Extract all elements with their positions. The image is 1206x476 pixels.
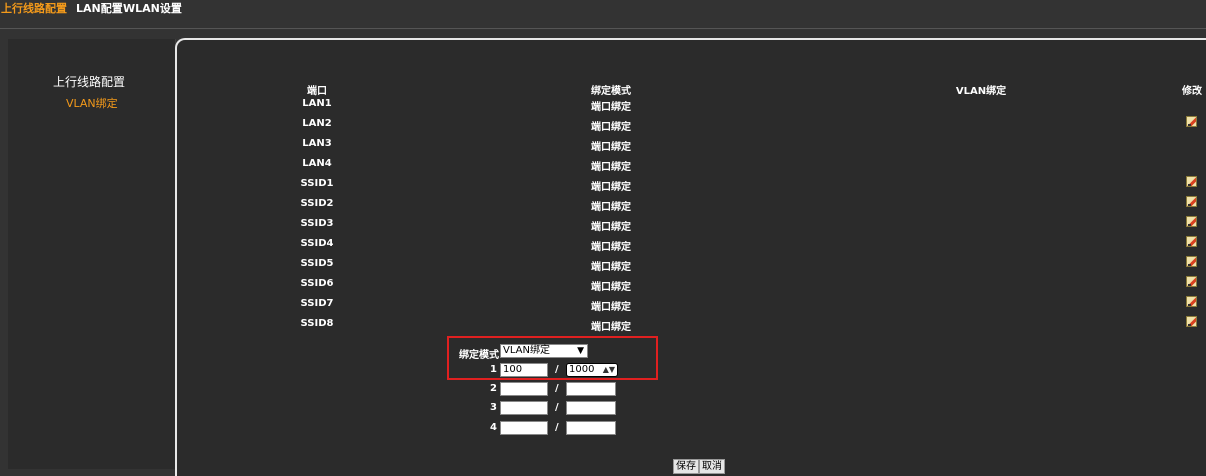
pair-index: 1 [490, 364, 497, 375]
row-port: SSID2 [300, 198, 334, 209]
edit-icon[interactable] [1186, 316, 1197, 327]
row-port: SSID5 [300, 258, 334, 269]
row-port: LAN2 [302, 118, 332, 129]
cancel-button[interactable]: 取消 [699, 459, 725, 474]
edit-icon[interactable] [1186, 216, 1197, 227]
bind-mode-label: 绑定模式 [459, 350, 499, 361]
header-edit: 修改 [1182, 86, 1202, 97]
header-bind-mode: 绑定模式 [591, 86, 631, 97]
row-mode: 端口绑定 [591, 222, 631, 233]
tab-uplink-config[interactable]: 上行线路配置 [1, 0, 67, 17]
row-mode: 端口绑定 [591, 142, 631, 153]
edit-icon[interactable] [1186, 296, 1197, 307]
vlan-to-input[interactable]: 1000 ▲▼ [566, 363, 618, 377]
edit-icon[interactable] [1186, 176, 1197, 187]
bind-mode-value: VLAN绑定 [503, 345, 550, 356]
row-port: LAN3 [302, 138, 332, 149]
vlan-from-input[interactable] [500, 401, 548, 415]
row-mode: 端口绑定 [591, 102, 631, 113]
row-port: SSID4 [300, 238, 334, 249]
edit-icon[interactable] [1186, 276, 1197, 287]
vlan-from-input[interactable]: 100 [500, 363, 548, 377]
row-port: SSID8 [300, 318, 334, 329]
tab-wlan-settings[interactable]: WLAN设置 [123, 0, 182, 17]
vlan-to-value: 1000 [569, 364, 595, 375]
chevron-down-icon: ▼ [577, 346, 584, 356]
row-mode: 端口绑定 [591, 302, 631, 313]
pair-separator: / [555, 364, 559, 375]
row-mode: 端口绑定 [591, 282, 631, 293]
save-button[interactable]: 保存 [673, 459, 699, 474]
pair-index: 3 [490, 402, 497, 413]
pair-index: 2 [490, 383, 497, 394]
row-mode: 端口绑定 [591, 162, 631, 173]
spinner-icon[interactable]: ▲▼ [603, 364, 615, 376]
sidebar-item-uplink-config[interactable]: 上行线路配置 [53, 73, 125, 90]
row-port: SSID6 [300, 278, 334, 289]
pair-separator: / [555, 402, 559, 413]
row-mode: 端口绑定 [591, 122, 631, 133]
bind-mode-select[interactable]: VLAN绑定 ▼ [500, 344, 588, 358]
vlan-from-input[interactable] [500, 421, 548, 435]
vlan-to-input[interactable] [566, 382, 616, 396]
edit-icon[interactable] [1186, 256, 1197, 267]
pair-separator: / [555, 422, 559, 433]
row-port: SSID7 [300, 298, 334, 309]
edit-icon[interactable] [1186, 196, 1197, 207]
pair-index: 4 [490, 422, 497, 433]
edit-icon[interactable] [1186, 116, 1197, 127]
sidebar: 上行线路配置 VLAN绑定 [8, 39, 176, 469]
row-port: SSID1 [300, 178, 334, 189]
row-mode: 端口绑定 [591, 242, 631, 253]
vlan-from-input[interactable] [500, 382, 548, 396]
pair-separator: / [555, 383, 559, 394]
row-port: SSID3 [300, 218, 334, 229]
header-port: 端口 [307, 86, 327, 97]
sidebar-item-vlan-binding[interactable]: VLAN绑定 [66, 95, 118, 111]
row-mode: 端口绑定 [591, 262, 631, 273]
top-nav: 上行线路配置 LAN配置 WLAN设置 [0, 0, 1206, 29]
edit-icon[interactable] [1186, 236, 1197, 247]
row-port: LAN1 [302, 98, 332, 109]
row-mode: 端口绑定 [591, 182, 631, 193]
header-vlan-binding: VLAN绑定 [955, 86, 1007, 97]
row-port: LAN4 [302, 158, 332, 169]
tab-lan-config[interactable]: LAN配置 [76, 0, 123, 17]
row-mode: 端口绑定 [591, 322, 631, 333]
vlan-to-input[interactable] [566, 421, 616, 435]
vlan-to-input[interactable] [566, 401, 616, 415]
row-mode: 端口绑定 [591, 202, 631, 213]
